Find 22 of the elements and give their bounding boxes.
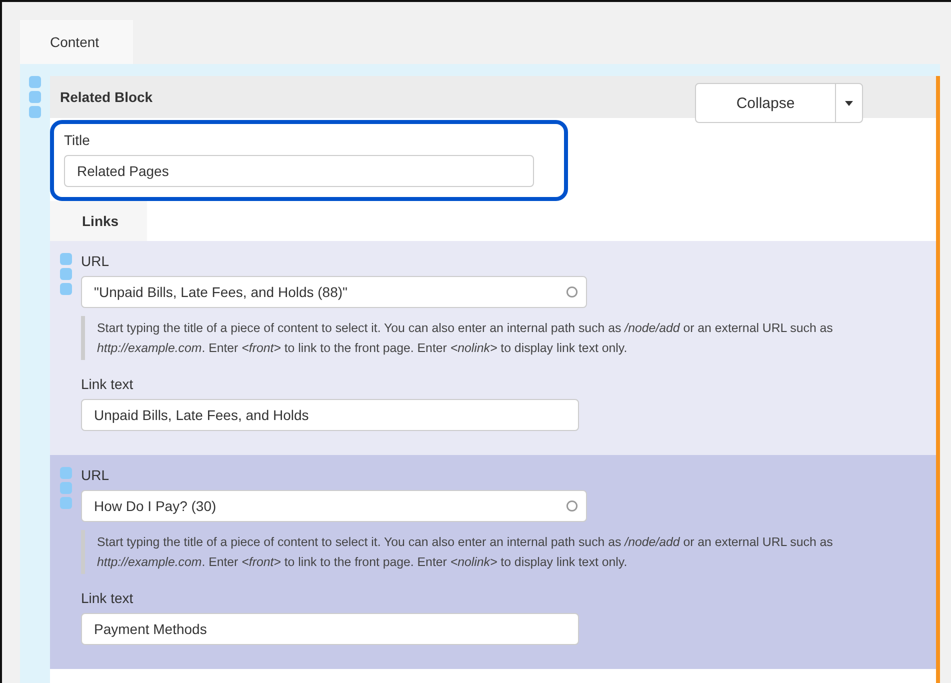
collapse-button[interactable]: Collapse [696,84,836,122]
content-tab[interactable]: Content [20,20,133,64]
field-label: URL [81,253,110,269]
autocomplete-field[interactable]: "Unpaid Bills, Late Fees, and Holds (88)" [81,276,587,308]
caret-icon [845,100,853,106]
input-field[interactable]: Related Pages [64,155,534,187]
block-title: Related Block [60,89,153,105]
help-text: Start typing the title of a piece of content to select it. You can also enter an internal path such as /node/add or an external URL such as http://example.com. Enter <front> to link to the front page. Enter <nolink> to display link text only. [81,530,877,574]
autocomplete-field[interactable]: How Do I Pay? (30) [81,490,587,522]
input-field[interactable]: Payment Methods [81,613,579,645]
field-label: Link text [81,376,134,392]
drag-handle-icon[interactable] [29,76,41,118]
drag-handle-icon[interactable] [60,253,72,295]
field-label: URL [81,467,110,483]
drag-handle-icon[interactable] [60,467,72,509]
input-field[interactable]: Unpaid Bills, Late Fees, and Holds [81,399,579,431]
links-tab[interactable]: Links [50,201,147,241]
help-text: Start typing the title of a piece of content to select it. You can also enter an internal path such as /node/add or an external URL such as http://example.com. Enter <front> to link to the front page. Enter <nolink> to display link text only. [81,316,877,360]
field-label: Link text [81,590,134,606]
loading-icon [566,286,578,298]
field-label: Title [64,132,91,148]
loading-icon [566,500,578,512]
